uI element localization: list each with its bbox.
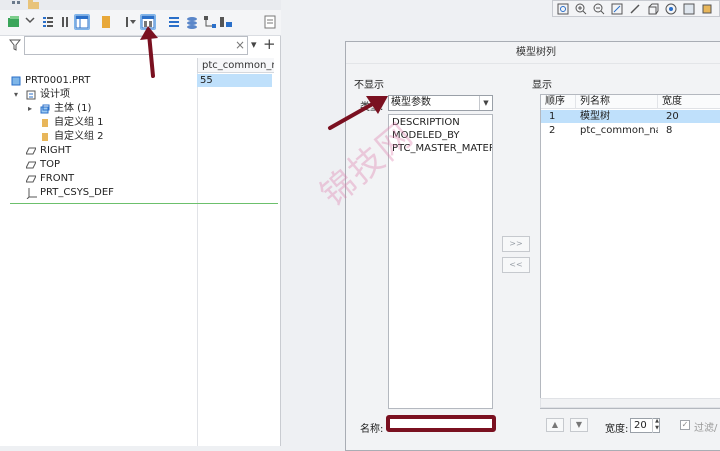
top-strip	[0, 0, 281, 10]
cube-icon[interactable]	[647, 3, 659, 15]
expand-down-button[interactable]	[22, 14, 38, 30]
tree-item-group-1[interactable]: 自定义组 1	[0, 116, 195, 130]
add-icon[interactable]: +	[263, 35, 276, 53]
tree-root-label: PRT0001.PRT	[25, 75, 91, 86]
tree-item-label: PRT_CSYS_DEF	[40, 187, 114, 198]
order-column-header[interactable]: 顺序	[541, 95, 576, 109]
display-style-icon[interactable]	[683, 3, 695, 15]
tree-item-label: 设计项	[40, 89, 70, 100]
move-up-button[interactable]: ▲	[546, 418, 564, 432]
orient-icon[interactable]	[629, 3, 641, 15]
tree-item-body[interactable]: ▸ 主体 (1)	[0, 102, 195, 116]
table-row-name[interactable]: 模型树	[576, 110, 658, 123]
part-icon	[11, 76, 21, 86]
table-row-width[interactable]: 20	[662, 110, 720, 123]
table-row-name[interactable]: ptc_common_nar	[576, 124, 658, 137]
tree-item-label: 自定义组 2	[54, 131, 104, 142]
tree-item-label: 主体 (1)	[54, 103, 92, 114]
table-row-order[interactable]: 2	[545, 124, 575, 137]
hierarchy-button[interactable]	[202, 14, 218, 30]
tree-list-button[interactable]	[40, 14, 56, 30]
tree-item-group-2[interactable]: 自定义组 2	[0, 130, 195, 144]
annotation-arrow-right-icon	[328, 96, 388, 130]
add-column-button[interactable]: >>	[502, 236, 530, 252]
csys-icon	[26, 188, 37, 199]
tree-item-design[interactable]: ▾ 设计项	[0, 88, 195, 102]
remove-column-button[interactable]: <<	[502, 257, 530, 273]
stack-button[interactable]	[184, 14, 200, 30]
tree-item-right-plane[interactable]: RIGHT	[0, 144, 195, 158]
datum-display-icon[interactable]	[701, 3, 713, 15]
bookmark-button[interactable]	[98, 14, 114, 30]
tree-columns-dialog: 模型树列 不显示 显示 类型: 模型参数 ▼ DESCRIPTION MODEL…	[345, 41, 720, 451]
shown-label: 显示	[532, 80, 552, 91]
filter-icon[interactable]	[9, 39, 21, 51]
body-icon	[40, 104, 50, 114]
datum-plane-icon	[26, 161, 36, 169]
tree-item-label: FRONT	[40, 173, 75, 184]
tree-item-label: 自定义组 1	[54, 117, 104, 128]
tree-item-top-plane[interactable]: TOP	[0, 158, 195, 172]
zoom-fit-icon[interactable]	[557, 3, 569, 15]
expand-icon[interactable]: ▸	[28, 102, 32, 116]
width-spinner[interactable]: ▲ ▼	[652, 418, 661, 433]
name-input[interactable]	[386, 415, 496, 432]
tree-item-csys[interactable]: PRT_CSYS_DEF	[0, 186, 195, 200]
insert-indicator-line	[10, 203, 278, 204]
table-row-width[interactable]: 8	[662, 124, 720, 137]
group-icon	[42, 133, 48, 141]
annotation-arrow-up-icon	[140, 26, 158, 78]
tree-item-front-plane[interactable]: FRONT	[0, 172, 195, 186]
type-select[interactable]: 模型参数 ▼	[388, 95, 493, 111]
datum-plane-icon	[26, 147, 36, 155]
layers-button[interactable]	[6, 14, 22, 30]
not-shown-label: 不显示	[354, 80, 384, 91]
column-divider	[197, 58, 198, 446]
repaint-icon[interactable]	[611, 3, 623, 15]
shown-columns-table[interactable]: 顺序 列名称 宽度 1 模型树 20 2 ptc_common_nar 8	[540, 94, 720, 409]
chevron-down-icon[interactable]: ▼	[479, 96, 492, 110]
saved-views-icon[interactable]	[665, 3, 677, 15]
move-down-button[interactable]: ▼	[570, 418, 588, 432]
datum-plane-icon	[26, 175, 36, 183]
filter-checkbox-label: 过滤/	[694, 423, 718, 434]
zoom-in-icon[interactable]	[575, 3, 587, 15]
table-row-order[interactable]: 1	[545, 110, 575, 123]
type-select-value: 模型参数	[391, 97, 431, 108]
collapse-icon[interactable]: ▾	[14, 88, 18, 102]
design-item-icon	[26, 90, 36, 100]
filter-checkbox[interactable]: ✓	[680, 420, 690, 430]
clear-icon[interactable]: ×	[235, 38, 245, 52]
blocks-button[interactable]	[218, 14, 234, 30]
tree-item-label: RIGHT	[40, 145, 72, 156]
table-view-button[interactable]	[74, 14, 90, 30]
list-view-button[interactable]	[58, 14, 74, 30]
folder-icon	[28, 0, 39, 9]
table-horizontal-scrollbar[interactable]	[540, 398, 720, 408]
app-icon	[12, 1, 20, 4]
zoom-out-icon[interactable]	[593, 3, 605, 15]
filter-dropdown-icon[interactable]: ▾	[251, 38, 257, 51]
document-button[interactable]	[262, 14, 278, 30]
tree-root-value: 55	[197, 74, 272, 87]
width-column-header[interactable]: 宽度	[658, 95, 720, 109]
width-label: 宽度:	[605, 424, 629, 435]
column-header-ptc-common-name[interactable]: ptc_common_na	[197, 58, 274, 73]
name-label: 名称:	[360, 424, 384, 435]
view-toolbar	[552, 0, 720, 17]
tree-item-label: TOP	[40, 159, 61, 170]
settings-list-button[interactable]	[166, 14, 182, 30]
dialog-title: 模型树列	[346, 42, 720, 64]
group-icon	[42, 119, 48, 127]
name-column-header[interactable]: 列名称	[576, 95, 658, 109]
